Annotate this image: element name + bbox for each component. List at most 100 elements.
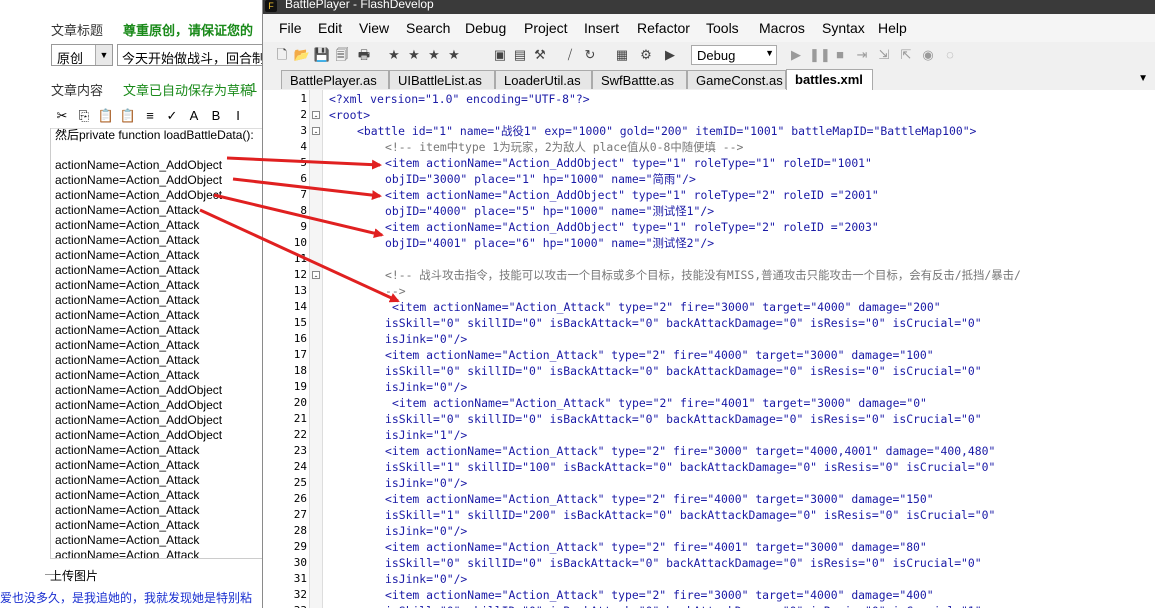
- tab-battles-xml[interactable]: battles.xml: [786, 69, 873, 90]
- tab-swfbattte-as[interactable]: SwfBattte.as: [592, 70, 687, 89]
- code-text: <!-- item中type 1为玩家，2为敌人 place值从0-8中随便填 …: [385, 140, 744, 154]
- tab-uibattlelist-as[interactable]: UIBattleList.as: [389, 70, 495, 89]
- layout-icon[interactable]: ▤: [511, 46, 529, 64]
- menu-help[interactable]: Help: [878, 20, 907, 36]
- window-titlebar[interactable]: F BattlePlayer - FlashDevelop: [263, 0, 1155, 14]
- line-number: 4: [300, 140, 307, 153]
- italic-icon[interactable]: I: [228, 106, 248, 126]
- menu-refactor[interactable]: Refactor: [637, 20, 690, 36]
- content-line: actionName=Action_Attack: [55, 503, 200, 517]
- package-icon[interactable]: ▦: [613, 46, 631, 64]
- bottom-link-text[interactable]: 爱也没多久，是我追她的，我就发现她是特别粘: [0, 588, 262, 608]
- build-icon[interactable]: ⚒: [531, 46, 549, 64]
- breakpoint-icon[interactable]: ◉: [919, 46, 937, 64]
- save-icon[interactable]: 💾: [313, 46, 331, 64]
- refresh-icon[interactable]: ↻: [581, 46, 599, 64]
- rich-editor-content[interactable]: 然后private function loadBattleData(): acti…: [50, 128, 262, 559]
- code-editor[interactable]: 1 <?xml version="1.0" encoding="UTF-8"?> 2…: [263, 90, 1155, 608]
- upload-images-label[interactable]: 上传图片: [44, 567, 98, 584]
- comment-icon[interactable]: ⧸: [561, 46, 579, 64]
- code-line: 1 <?xml version="1.0" encoding="UTF-8"?>: [263, 91, 1155, 107]
- code-text: -->: [385, 284, 406, 298]
- copy-icon[interactable]: ⎘: [74, 106, 94, 126]
- fold-toggle-icon[interactable]: -: [312, 271, 320, 281]
- content-line: actionName=Action_AddObject: [55, 383, 223, 397]
- chevron-down-icon: ▼: [95, 45, 112, 65]
- fold-toggle-icon[interactable]: -: [312, 111, 320, 121]
- code-line: 8 objID="4000" place="5" hp="1000" name="…: [263, 203, 1155, 219]
- autosave-notice: 文章已自动保存为草稿: [123, 83, 254, 98]
- paste-icon[interactable]: 📋: [96, 106, 116, 126]
- menu-project[interactable]: Project: [524, 20, 568, 36]
- code-line: 10 objID="4001" place="6" hp="1000" name=…: [263, 235, 1155, 251]
- step-into-icon[interactable]: ⇲: [875, 46, 893, 64]
- content-line: actionName=Action_Attack: [55, 218, 200, 232]
- code-text: isJink="0"/>: [385, 332, 468, 346]
- content-line: actionName=Action_AddObject: [55, 428, 223, 442]
- paste-text-icon[interactable]: 📋: [118, 106, 138, 126]
- menu-edit[interactable]: Edit: [318, 20, 342, 36]
- line-number: 1: [300, 92, 307, 105]
- menu-search[interactable]: Search: [406, 20, 450, 36]
- spellcheck-icon[interactable]: ✓: [162, 106, 182, 126]
- window-title: BattlePlayer - FlashDevelop: [285, 0, 434, 11]
- code-text: isJink="0"/>: [385, 380, 468, 394]
- code-text: <item actionName="Action_Attack" type="2…: [385, 588, 934, 602]
- fold-toggle-icon[interactable]: -: [312, 127, 320, 137]
- console-icon[interactable]: ▣: [491, 46, 509, 64]
- code-text: <item actionName="Action_AddObject" type…: [385, 156, 872, 170]
- tab-loaderutil-as[interactable]: LoaderUtil.as: [495, 70, 592, 89]
- content-line: actionName=Action_AddObject: [55, 173, 223, 187]
- save-all-icon[interactable]: 🗐: [333, 46, 351, 64]
- bookmark-clear-icon[interactable]: ★: [445, 46, 463, 64]
- code-line: 28 isJink="0"/>: [263, 523, 1155, 539]
- cut-icon[interactable]: ✂: [52, 106, 72, 126]
- settings-icon[interactable]: ⚙: [637, 46, 655, 64]
- code-line: 11: [263, 251, 1155, 267]
- font-icon[interactable]: A: [184, 106, 204, 126]
- bold-icon[interactable]: B: [206, 106, 226, 126]
- step-out-icon[interactable]: ⇱: [897, 46, 915, 64]
- step-over-icon[interactable]: ⇥: [853, 46, 871, 64]
- code-line: 23 <item actionName="Action_Attack" type=…: [263, 443, 1155, 459]
- title-label: 文章标题: [51, 23, 104, 38]
- pause-icon[interactable]: ❚❚: [809, 46, 831, 64]
- content-line: actionName=Action_AddObject: [55, 398, 223, 412]
- menu-insert[interactable]: Insert: [584, 20, 619, 36]
- build-config-select[interactable]: Debug ▼: [691, 45, 777, 65]
- menu-debug[interactable]: Debug: [465, 20, 506, 36]
- content-line: actionName=Action_AddObject: [55, 188, 223, 202]
- menu-macros[interactable]: Macros: [759, 20, 805, 36]
- code-text: <item actionName="Action_Attack" type="2…: [392, 300, 941, 314]
- line-number: 27: [293, 508, 307, 521]
- open-icon[interactable]: 📂: [293, 46, 311, 64]
- menu-syntax[interactable]: Syntax: [822, 20, 865, 36]
- line-number: 15: [293, 316, 307, 329]
- line-number: 32: [293, 588, 307, 601]
- code-line: 14 <item actionName="Action_Attack" type=…: [263, 299, 1155, 315]
- play-icon[interactable]: ▶: [787, 46, 805, 64]
- line-number: 29: [293, 540, 307, 553]
- chevron-down-icon: ▼: [765, 48, 774, 58]
- bookmark-icon[interactable]: ★: [385, 46, 403, 64]
- article-type-select[interactable]: 原创 ▼: [51, 44, 113, 66]
- print-icon[interactable]: 🖶: [355, 46, 373, 64]
- code-text: <item actionName="Action_Attack" type="2…: [392, 396, 927, 410]
- new-file-icon[interactable]: 🗋: [273, 46, 291, 64]
- stop-icon[interactable]: ■: [831, 46, 849, 64]
- menu-view[interactable]: View: [359, 20, 389, 36]
- tab-gameconst-as[interactable]: GameConst.as: [687, 70, 786, 89]
- code-line: 4 <!-- item中type 1为玩家，2为敌人 place值从0-8中随便填…: [263, 139, 1155, 155]
- menu-tools[interactable]: Tools: [706, 20, 739, 36]
- tab-list-dropdown-icon[interactable]: ▼: [1138, 73, 1148, 84]
- format-icon[interactable]: ≡: [140, 106, 160, 126]
- bookmark-next-icon[interactable]: ★: [405, 46, 423, 64]
- breakpoint-clear-icon[interactable]: ◌: [941, 46, 959, 64]
- code-line: 9 <item actionName="Action_AddObject" typ…: [263, 219, 1155, 235]
- tab-battleplayer-as[interactable]: BattlePlayer.as: [281, 70, 389, 89]
- run-icon[interactable]: ▶: [661, 46, 679, 64]
- bookmark-prev-icon[interactable]: ★: [425, 46, 443, 64]
- code-line: 16 isJink="0"/>: [263, 331, 1155, 347]
- menu-file[interactable]: File: [279, 20, 302, 36]
- article-title-input[interactable]: 今天开始做战斗，回合制: [117, 44, 262, 66]
